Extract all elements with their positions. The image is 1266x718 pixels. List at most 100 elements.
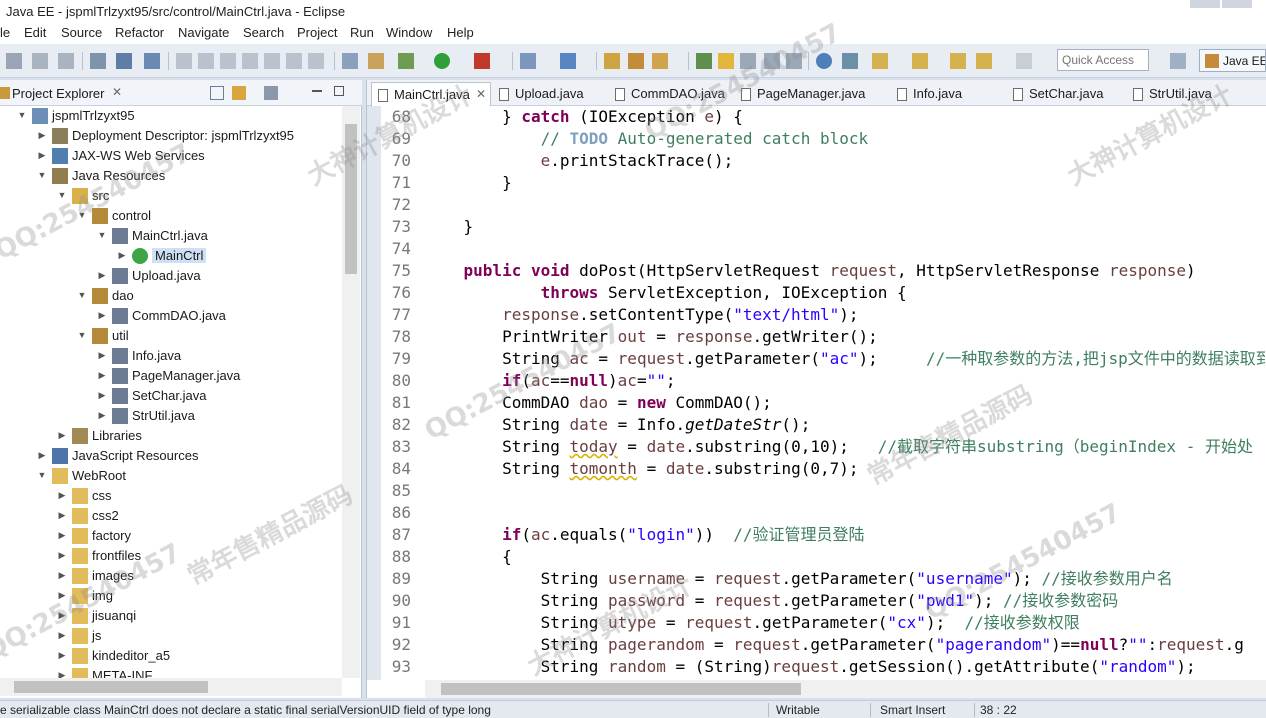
minimize-button[interactable]	[1190, 0, 1220, 8]
expand-arrow-icon[interactable]: ▼	[36, 169, 48, 181]
menu-window[interactable]: Window	[386, 25, 432, 40]
step-into-icon[interactable]	[264, 53, 280, 69]
highlight-icon[interactable]	[718, 53, 734, 69]
link-editor-icon[interactable]	[232, 86, 246, 100]
expand-arrow-icon[interactable]: ▼	[96, 229, 108, 241]
close-icon[interactable]: ✕	[112, 85, 122, 99]
open-perspective-icon[interactable]	[1170, 53, 1186, 69]
collapse-arrow-icon[interactable]: ▶	[96, 409, 108, 421]
tab-info[interactable]: Info.java	[891, 82, 1001, 106]
tab-commdao[interactable]: CommDAO.java	[609, 82, 733, 106]
step-return-icon[interactable]	[308, 53, 324, 69]
collapse-arrow-icon[interactable]: ▶	[56, 609, 68, 621]
open-type-icon[interactable]	[604, 53, 620, 69]
save-all-icon[interactable]	[58, 53, 74, 69]
new-class-icon[interactable]	[560, 53, 576, 69]
menu-help[interactable]: Help	[447, 25, 474, 40]
expand-arrow-icon[interactable]: ▼	[76, 329, 88, 341]
disconnect-icon[interactable]	[242, 53, 258, 69]
debug-icon[interactable]	[398, 53, 414, 69]
editor-horizontal-scrollbar[interactable]	[425, 680, 1266, 698]
collapse-arrow-icon[interactable]: ▶	[56, 489, 68, 501]
scrollbar-thumb[interactable]	[441, 683, 801, 695]
collapse-arrow-icon[interactable]: ▶	[116, 249, 128, 261]
collapse-arrow-icon[interactable]: ▶	[96, 349, 108, 361]
code-area[interactable]: } catch (IOException e) { // TODO Auto-g…	[425, 106, 1266, 680]
new-java-project-icon[interactable]	[520, 53, 536, 69]
expand-arrow-icon[interactable]: ▼	[76, 209, 88, 221]
tab-mainctrl[interactable]: MainCtrl.java ✕	[371, 82, 491, 106]
project-explorer-tab[interactable]: Project Explorer ✕	[0, 80, 362, 106]
external-tools-icon[interactable]	[474, 53, 490, 69]
search-icon[interactable]	[144, 53, 160, 69]
suspend-icon[interactable]	[198, 53, 214, 69]
tab-pagemanager[interactable]: PageManager.java	[735, 82, 885, 106]
tools-icon[interactable]	[842, 53, 858, 69]
terminal-icon[interactable]	[116, 53, 132, 69]
expand-arrow-icon[interactable]: ▼	[36, 469, 48, 481]
menu-edit[interactable]: Edit	[24, 25, 46, 40]
show-whitespace-icon[interactable]	[764, 53, 780, 69]
last-edit-icon[interactable]	[950, 53, 966, 69]
close-window-button[interactable]	[1222, 0, 1252, 8]
annotation-icon[interactable]	[652, 53, 668, 69]
previous-annotation-icon[interactable]	[912, 53, 928, 69]
collapse-arrow-icon[interactable]: ▶	[36, 129, 48, 141]
collapse-arrow-icon[interactable]: ▶	[56, 669, 68, 678]
print-icon[interactable]	[90, 53, 106, 69]
horizontal-scrollbar[interactable]	[0, 678, 342, 696]
resume-icon[interactable]	[176, 53, 192, 69]
collapse-arrow-icon[interactable]: ▶	[56, 589, 68, 601]
close-tab-icon[interactable]: ✕	[476, 87, 486, 101]
menu-file[interactable]: le	[0, 25, 10, 40]
expand-arrow-icon[interactable]: ▼	[16, 109, 28, 121]
run-icon[interactable]	[434, 53, 450, 69]
collapse-arrow-icon[interactable]: ▶	[56, 629, 68, 641]
menu-project[interactable]: Project	[297, 25, 337, 40]
view-menu-icon[interactable]	[264, 86, 278, 100]
terminate-icon[interactable]	[220, 53, 236, 69]
menu-refactor[interactable]: Refactor	[115, 25, 164, 40]
tab-setchar[interactable]: SetChar.java	[1007, 82, 1113, 106]
collapse-arrow-icon[interactable]: ▶	[56, 569, 68, 581]
maximize-icon[interactable]	[334, 86, 344, 96]
collapse-arrow-icon[interactable]: ▶	[56, 509, 68, 521]
tab-upload[interactable]: Upload.java	[493, 82, 609, 106]
collapse-arrow-icon[interactable]: ▶	[36, 449, 48, 461]
collapse-arrow-icon[interactable]: ▶	[96, 309, 108, 321]
step-over-icon[interactable]	[286, 53, 302, 69]
collapse-arrow-icon[interactable]: ▶	[36, 149, 48, 161]
collapse-arrow-icon[interactable]: ▶	[56, 549, 68, 561]
expand-arrow-icon[interactable]: ▼	[56, 189, 68, 201]
collapse-arrow-icon[interactable]: ▶	[96, 369, 108, 381]
browser-icon[interactable]	[816, 53, 832, 69]
block-selection-icon[interactable]	[740, 53, 756, 69]
menu-source[interactable]: Source	[61, 25, 102, 40]
forward-icon[interactable]	[1016, 53, 1032, 69]
java-ee-perspective-button[interactable]: Java EE	[1199, 49, 1266, 72]
word-wrap-icon[interactable]	[786, 53, 802, 69]
skip-breakpoints-icon[interactable]	[342, 53, 358, 69]
menu-run[interactable]: Run	[350, 25, 374, 40]
next-annotation-icon[interactable]	[872, 53, 888, 69]
scrollbar-thumb[interactable]	[14, 681, 208, 693]
menu-navigate[interactable]: Navigate	[178, 25, 229, 40]
toggle-mark-icon[interactable]	[696, 53, 712, 69]
scrollbar-thumb[interactable]	[345, 124, 357, 274]
collapse-arrow-icon[interactable]: ▶	[96, 389, 108, 401]
collapse-arrow-icon[interactable]: ▶	[56, 649, 68, 661]
expand-arrow-icon[interactable]: ▼	[76, 289, 88, 301]
open-task-icon[interactable]	[628, 53, 644, 69]
collapse-arrow-icon[interactable]: ▶	[56, 429, 68, 441]
collapse-all-icon[interactable]	[210, 86, 224, 100]
server-icon[interactable]	[368, 53, 384, 69]
quick-access-input[interactable]	[1057, 49, 1149, 71]
save-icon[interactable]	[32, 53, 48, 69]
collapse-arrow-icon[interactable]: ▶	[96, 269, 108, 281]
menu-search[interactable]: Search	[243, 25, 284, 40]
collapse-arrow-icon[interactable]: ▶	[56, 529, 68, 541]
vertical-scrollbar[interactable]	[342, 106, 360, 678]
tab-strutil[interactable]: StrUtil.java	[1127, 82, 1231, 106]
back-icon[interactable]	[976, 53, 992, 69]
new-icon[interactable]	[6, 53, 22, 69]
